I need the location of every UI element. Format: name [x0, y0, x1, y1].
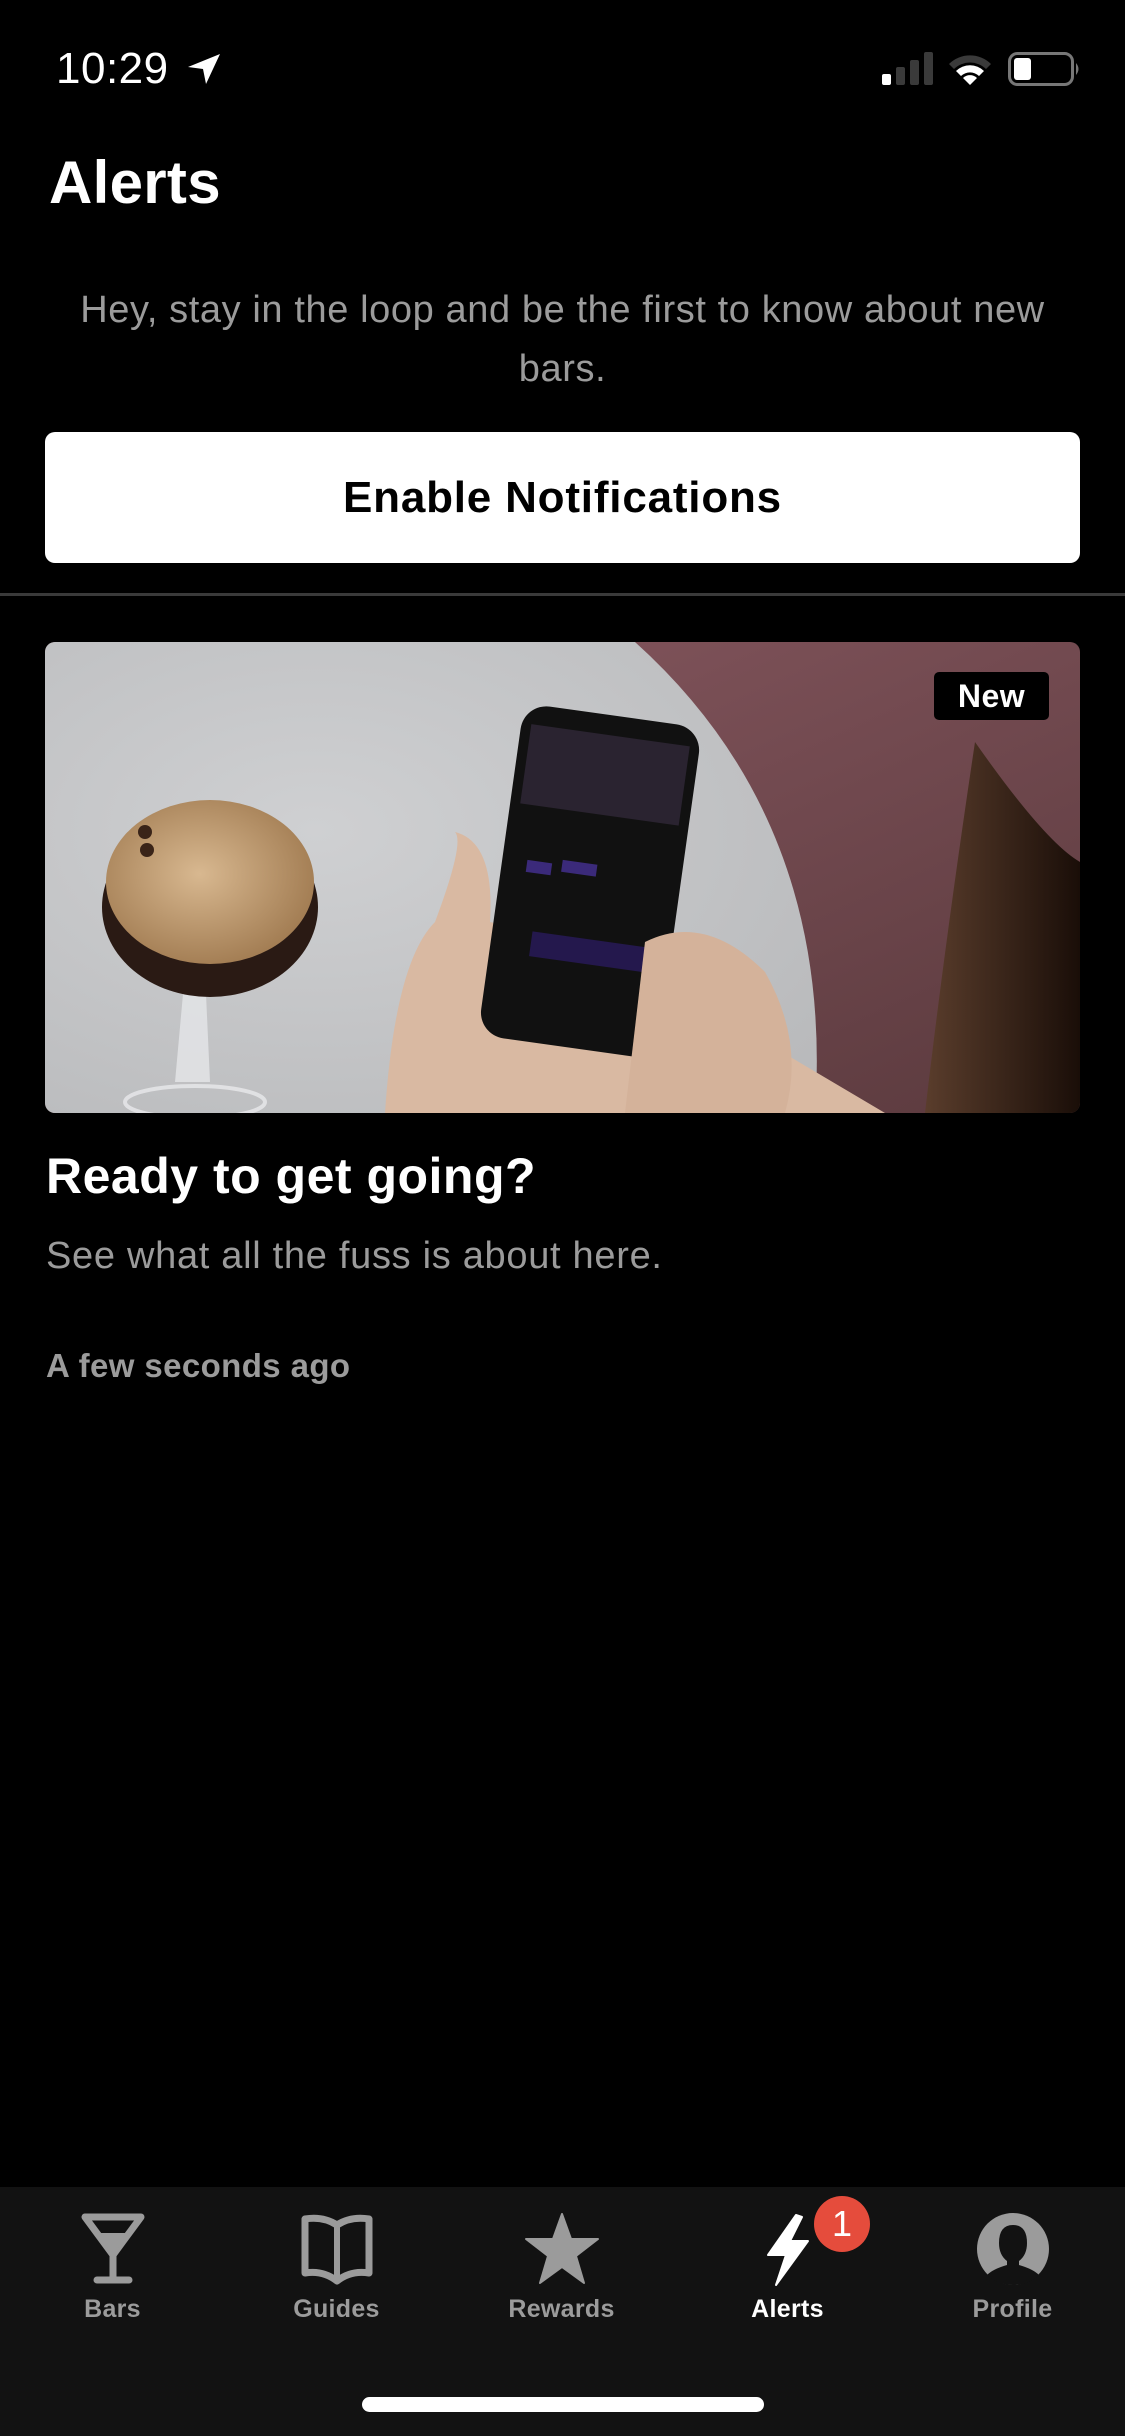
divider: [0, 593, 1125, 596]
alerts-count-badge: 1: [814, 2196, 870, 2252]
tab-label: Bars: [84, 2295, 141, 2323]
tab-label: Alerts: [751, 2295, 824, 2323]
alert-title[interactable]: Ready to get going?: [46, 1148, 536, 1204]
enable-notifications-label: Enable Notifications: [343, 472, 782, 522]
tab-label: Rewards: [508, 2295, 615, 2323]
home-indicator[interactable]: [362, 2397, 764, 2412]
cocktail-glass-icon: [81, 2213, 144, 2284]
status-time: 10:29: [56, 44, 169, 93]
alert-timestamp: A few seconds ago: [46, 1347, 351, 1384]
tab-bars[interactable]: Bars: [0, 2187, 225, 2347]
battery-icon: [1008, 52, 1079, 86]
user-profile-icon: [976, 2213, 1049, 2285]
tab-profile[interactable]: Profile: [900, 2187, 1125, 2347]
notifications-prompt-text: Hey, stay in the loop and be the first t…: [80, 289, 1045, 390]
location-arrow-icon: [188, 54, 220, 84]
tab-guides[interactable]: Guides: [224, 2187, 449, 2347]
alert-subtitle: See what all the fuss is about here.: [46, 1235, 663, 1277]
page-title: Alerts: [49, 149, 221, 216]
cellular-signal-icon: [882, 52, 933, 85]
new-badge: New: [934, 672, 1049, 720]
enable-notifications-button[interactable]: Enable Notifications: [45, 432, 1080, 563]
wifi-icon: [949, 55, 991, 85]
tab-label: Profile: [972, 2295, 1053, 2323]
alert-image[interactable]: [45, 642, 1080, 1113]
open-book-icon: [301, 2214, 372, 2285]
star-icon: [524, 2213, 599, 2284]
tab-label: Guides: [293, 2295, 380, 2323]
tab-rewards[interactable]: Rewards: [449, 2187, 674, 2347]
alert-photo: [45, 642, 1080, 1113]
